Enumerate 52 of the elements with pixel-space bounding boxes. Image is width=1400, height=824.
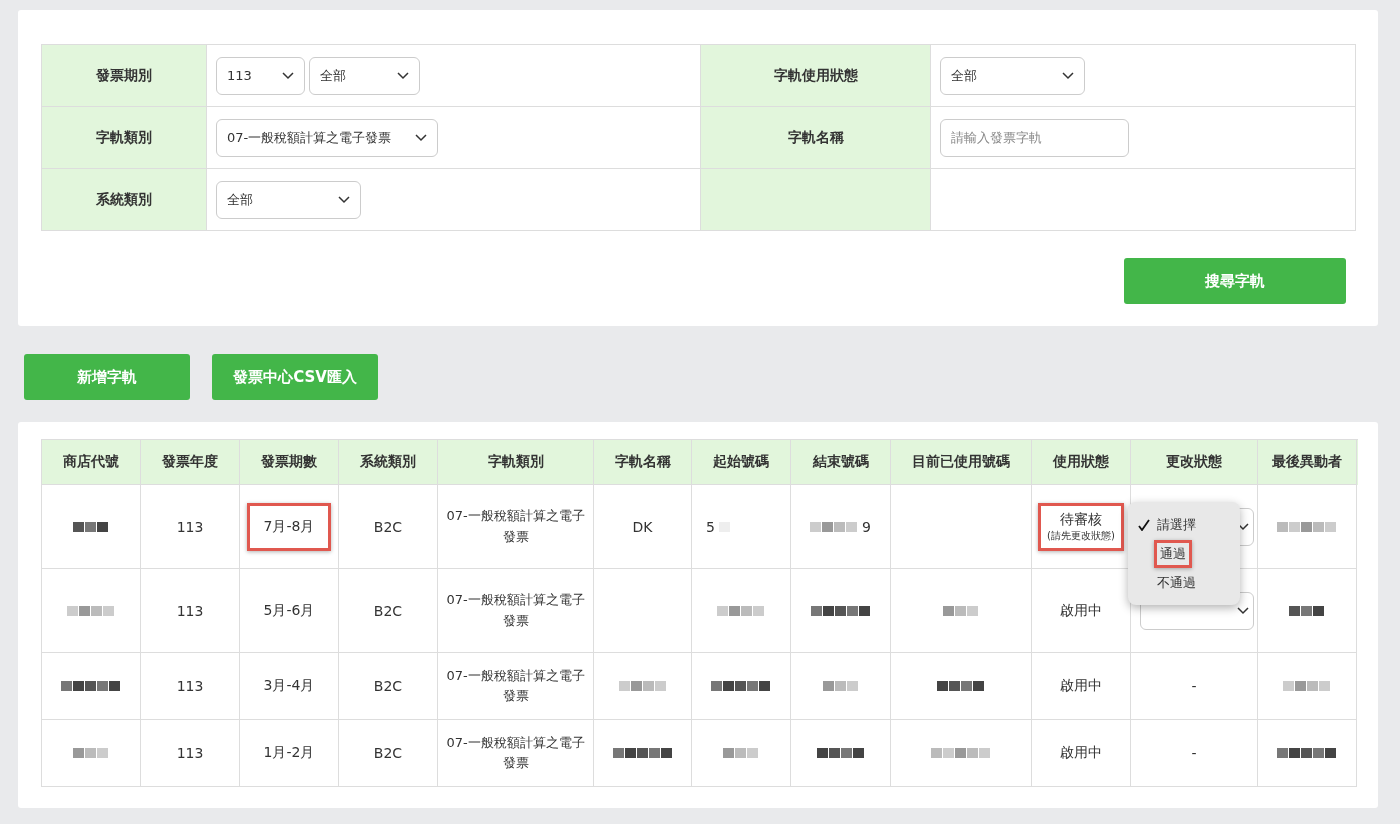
- table-cell: B2C: [373, 602, 403, 619]
- table-cell: 5: [706, 518, 715, 535]
- table-cell: 113: [176, 745, 204, 761]
- filter-label: 發票期別: [42, 45, 207, 107]
- input-field[interactable]: 請輸入發票字軌: [940, 118, 1129, 157]
- table-cell: B2C: [373, 745, 403, 761]
- table-cell: 113: [176, 602, 204, 619]
- column-header: 發票期數: [240, 440, 339, 485]
- table-cell: 啟用中: [1060, 677, 1102, 695]
- table-cell: 113: [176, 518, 204, 535]
- column-header: 系統類別: [339, 440, 438, 485]
- column-header: 發票年度: [141, 440, 240, 485]
- table-cell: 1月-2月: [263, 744, 315, 762]
- table-cell: DK: [632, 518, 653, 535]
- table-cell: 3月-4月: [263, 677, 315, 695]
- column-header: 更改狀態: [1131, 440, 1258, 485]
- table-cell: 113: [176, 678, 204, 694]
- menu-item[interactable]: 通過: [1154, 539, 1192, 568]
- table-cell: 7月-8月: [246, 502, 332, 551]
- filter-label: 字軌類別: [42, 107, 207, 169]
- column-header: 字軌類別: [438, 440, 594, 485]
- table-cell-text: 07-一般稅額計算之電子發票: [445, 591, 586, 630]
- dropdown[interactable]: 113: [216, 56, 305, 95]
- column-header: 目前已使用號碼: [891, 440, 1032, 485]
- table-cell-text: 07-一般稅額計算之電子發票: [445, 733, 586, 772]
- table-cell-text: 07-一般稅額計算之電子發票: [445, 507, 586, 546]
- filter-label: 系統類別: [42, 169, 207, 231]
- table-cell: 啟用中: [1060, 744, 1102, 762]
- table-cell: 5月-6月: [263, 601, 315, 620]
- status-note: (請先更改狀態): [1047, 528, 1115, 543]
- column-header: 結束號碼: [791, 440, 891, 485]
- menu-item[interactable]: 請選擇: [1154, 513, 1199, 536]
- table-cell: 9: [862, 518, 871, 535]
- table-cell: -: [1191, 745, 1197, 761]
- status-text: 待審核: [1060, 510, 1102, 529]
- dropdown[interactable]: 全部: [940, 56, 1085, 95]
- table-cell-text: 07-一般稅額計算之電子發票: [445, 666, 586, 705]
- filter-label: 字軌使用狀態: [701, 45, 931, 107]
- table-cell: B2C: [373, 518, 403, 535]
- table-cell: B2C: [373, 678, 403, 694]
- column-header: 使用狀態: [1032, 440, 1131, 485]
- dropdown[interactable]: 全部: [216, 180, 361, 219]
- column-header: 商店代號: [42, 440, 141, 485]
- column-header: 字軌名稱: [594, 440, 692, 485]
- dropdown[interactable]: 全部: [309, 56, 420, 95]
- menu-item[interactable]: 不通過: [1154, 571, 1199, 594]
- table-cell: 啟用中: [1060, 601, 1102, 620]
- table-cell: -: [1191, 678, 1197, 694]
- column-header: 起始號碼: [692, 440, 791, 485]
- column-header: 最後異動者: [1258, 440, 1357, 485]
- dropdown[interactable]: 07-一般稅額計算之電子發票: [216, 118, 438, 157]
- filter-label: 字軌名稱: [701, 107, 931, 169]
